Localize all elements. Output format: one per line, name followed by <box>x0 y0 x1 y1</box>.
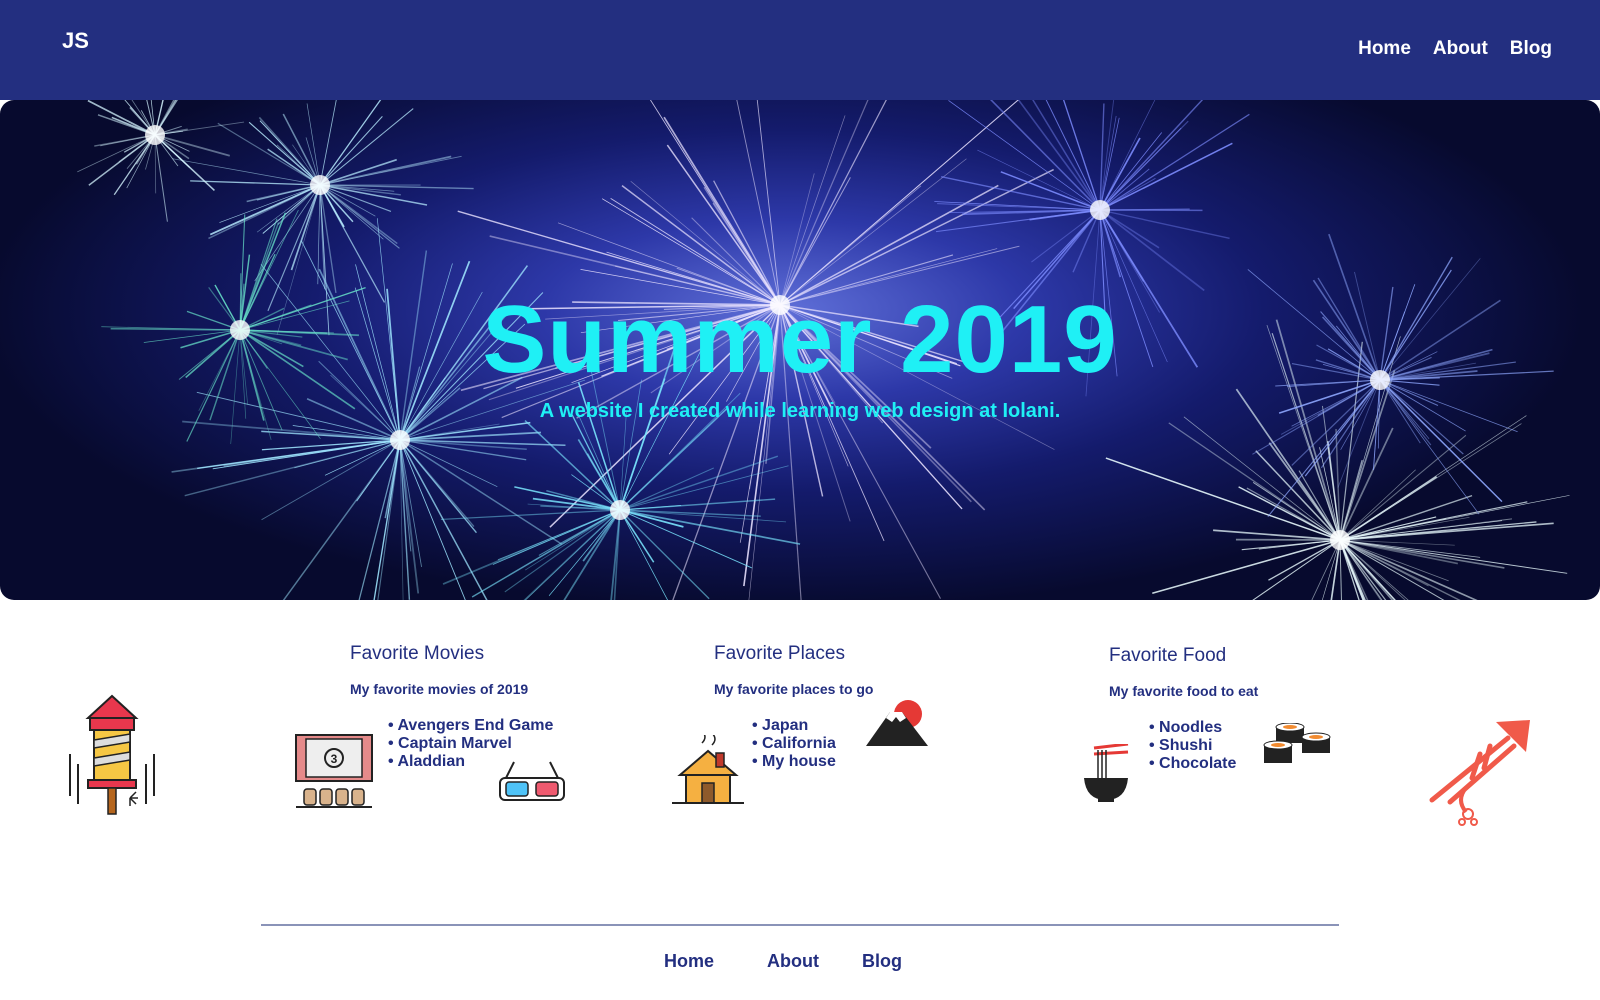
footer-link-blog[interactable]: Blog <box>862 951 902 972</box>
list-item: Avengers End Game <box>388 717 553 735</box>
hero-subtitle: A website I created while learning web d… <box>539 400 1061 422</box>
favorite-places-list: Japan California My house <box>752 717 836 771</box>
svg-text:3: 3 <box>331 752 338 766</box>
top-nav: Home About Blog <box>1358 38 1552 60</box>
footer-link-home[interactable]: Home <box>664 951 714 972</box>
section-title: Favorite Places <box>714 643 845 664</box>
favorite-places-section: Favorite Places My favorite places to go… <box>714 643 1014 770</box>
hero-title: Summer 2019 <box>482 286 1118 393</box>
list-item: California <box>752 735 836 753</box>
section-title: Favorite Movies <box>350 643 485 664</box>
list-item: Chocolate <box>1149 755 1236 773</box>
sushi-icon <box>1263 723 1331 763</box>
favorite-food-list: Noodles Shushi Chocolate <box>1149 719 1236 773</box>
footer-link-about[interactable]: About <box>767 951 819 972</box>
list-item: Japan <box>752 717 836 735</box>
section-title: Favorite Food <box>1109 645 1227 666</box>
section-subtitle: My favorite places to go <box>714 681 874 697</box>
list-item: Captain Marvel <box>388 735 553 753</box>
top-navbar: JS Home About Blog <box>0 0 1600 100</box>
noodle-bowl-icon <box>1084 744 1129 802</box>
movie-theater-icon: 3 <box>295 734 373 808</box>
nav-link-about[interactable]: About <box>1433 38 1488 60</box>
firework-rocket-icon <box>69 694 155 815</box>
footer-divider <box>261 924 1339 926</box>
section-subtitle: My favorite movies of 2019 <box>350 681 529 697</box>
nav-link-blog[interactable]: Blog <box>1510 38 1552 60</box>
favorite-food-section: Favorite Food My favorite food to eat No… <box>1109 645 1409 772</box>
list-item: Noodles <box>1149 719 1236 737</box>
favorite-movies-section: Favorite Movies My favorite movies of 20… <box>350 643 650 770</box>
3d-glasses-icon <box>499 761 565 801</box>
firework-launch-icon <box>1429 720 1530 826</box>
section-subtitle: My favorite food to eat <box>1109 683 1259 699</box>
list-item: Shushi <box>1149 737 1236 755</box>
list-item: My house <box>752 753 836 771</box>
nav-link-home[interactable]: Home <box>1358 38 1411 60</box>
hero-banner: Summer 2019 A website I created while le… <box>0 100 1600 600</box>
house-icon <box>672 735 744 804</box>
site-logo[interactable]: JS <box>62 28 89 54</box>
mount-fuji-icon <box>866 700 928 746</box>
